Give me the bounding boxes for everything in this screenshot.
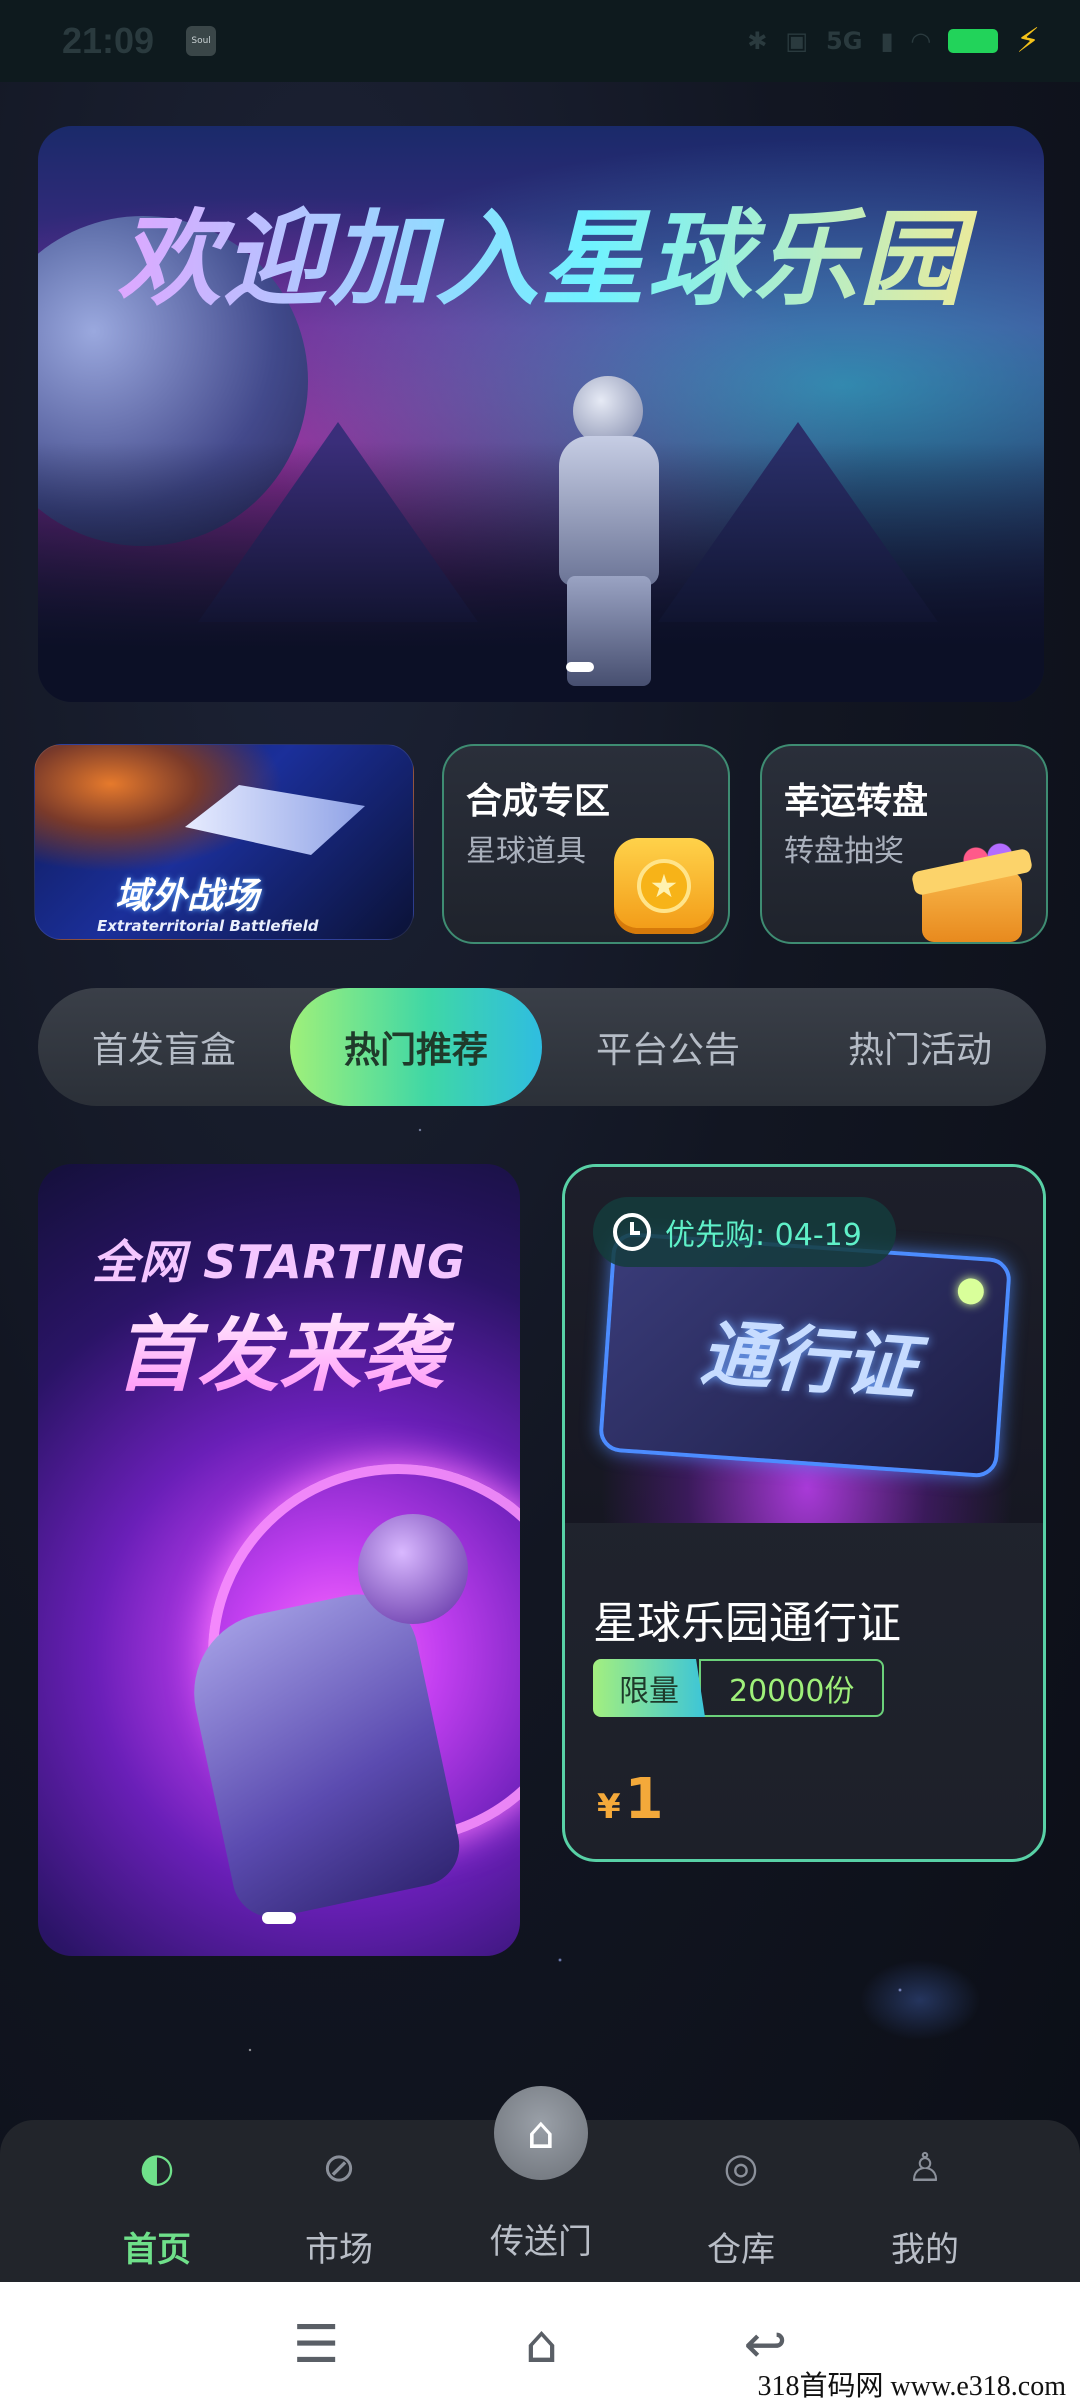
astronaut-illustration: [553, 376, 663, 702]
wheel-subtitle: 转盘抽奖: [784, 834, 904, 869]
synth-zone-card[interactable]: 合成专区 星球道具 ★: [442, 744, 730, 944]
nav-warehouse-label: 仓库: [707, 2230, 775, 2270]
clock-icon: [613, 1213, 651, 1251]
lucky-wheel-card[interactable]: 幸运转盘 转盘抽奖: [760, 744, 1048, 944]
status-time: 21:09: [62, 20, 155, 61]
product-name: 星球乐园通行证: [593, 1598, 901, 1649]
charging-icon: ⚡: [1016, 21, 1040, 61]
battle-subtitle: Extraterritorial Battlefield: [97, 917, 319, 935]
home-icon[interactable]: ⌂: [525, 2315, 558, 2375]
quantity-tag: 20000份: [699, 1659, 885, 1717]
menu-icon[interactable]: ☰: [293, 2315, 340, 2375]
gift-icon: [902, 832, 1034, 942]
priority-badge: 优先购: 04-19: [593, 1197, 896, 1267]
promo-line1: 全网 STARTING: [92, 1235, 466, 1289]
home-visor-icon: ◐: [139, 2145, 175, 2191]
spaceship-illustration: [185, 785, 365, 855]
status-bar: 21:09 Soul ✱ ▣ 5G ▮ ◠ ⚡: [0, 0, 1080, 82]
astronaut-illustration: [158, 1514, 468, 1944]
price-symbol: ¥: [597, 1787, 621, 1827]
priority-badge-text: 优先购: 04-19: [665, 1218, 862, 1253]
carousel-indicator: [262, 1912, 296, 1924]
pass-illustration: 通行证: [597, 1231, 1013, 1479]
bluetooth-icon: ✱: [747, 27, 768, 55]
astronaut-profile-icon: ♙: [907, 2145, 943, 2191]
battle-banner[interactable]: 域外战场 Extraterritorial Battlefield: [34, 744, 414, 940]
watermark: 318首码网 www.e318.com: [757, 2371, 1066, 2402]
nav-home-label: 首页: [123, 2230, 191, 2270]
promo-banner[interactable]: 全网 STARTING 首发来袭: [38, 1164, 520, 1956]
hero-title: 欢迎加入星球乐园: [38, 174, 1044, 325]
wheel-title: 幸运转盘: [784, 781, 929, 822]
warehouse-orbit-icon: ◎: [723, 2145, 759, 2191]
product-tags: 限量 20000份: [593, 1659, 885, 1717]
tab-hot-recommend[interactable]: 热门推荐: [290, 988, 542, 1106]
ufo-portal-icon[interactable]: ⌂: [494, 2086, 588, 2180]
tab-first-release[interactable]: 首发盲盒: [38, 988, 290, 1106]
status-icons: ✱ ▣ 5G ▮ ◠ ⚡: [747, 21, 1040, 61]
ground-illustration: [38, 442, 1044, 702]
hd-icon: ▣: [785, 27, 809, 55]
product-price: ¥ 1: [597, 1767, 664, 1832]
promo-line2: 首发来袭: [38, 1288, 520, 1407]
nav-warehouse[interactable]: ◎ 仓库: [666, 2140, 816, 2271]
tab-hot-events[interactable]: 热门活动: [794, 988, 1046, 1106]
network-label: 5G: [826, 27, 863, 55]
limited-tag: 限量: [593, 1659, 705, 1717]
coin-icon: ★: [614, 838, 714, 934]
soul-app-icon: Soul: [186, 26, 217, 56]
battle-title: 域外战场: [115, 876, 260, 917]
synth-subtitle: 星球道具: [466, 834, 586, 869]
product-card[interactable]: 通行证 优先购: 04-19 星球乐园通行证 限量 20000份 ¥ 1: [562, 1164, 1046, 1862]
product-image: 通行证 优先购: 04-19: [565, 1167, 1043, 1523]
hero-banner[interactable]: 欢迎加入星球乐园: [38, 126, 1044, 702]
nav-profile-label: 我的: [891, 2230, 959, 2270]
synth-title: 合成专区: [466, 781, 611, 822]
nav-portal-label[interactable]: 传送门: [466, 2214, 616, 2263]
category-tabs: 首发盲盒 热门推荐 平台公告 热门活动: [38, 988, 1046, 1106]
pass-image-text: 通行证: [697, 1310, 920, 1410]
wifi-icon: ◠: [911, 27, 931, 55]
nav-profile[interactable]: ♙ 我的: [850, 2140, 1000, 2271]
battery-icon: [948, 29, 999, 53]
pass-light: [956, 1277, 985, 1306]
nav-home[interactable]: ◐ 首页: [82, 2140, 232, 2271]
nav-market[interactable]: ⊘ 市场: [264, 2140, 414, 2271]
nav-market-label: 市场: [305, 2230, 373, 2270]
market-planet-icon: ⊘: [322, 2145, 356, 2191]
signal-icon: ▮: [880, 27, 894, 55]
carousel-indicator: [566, 662, 594, 672]
tab-announcements[interactable]: 平台公告: [542, 988, 794, 1106]
price-value: 1: [624, 1767, 664, 1832]
